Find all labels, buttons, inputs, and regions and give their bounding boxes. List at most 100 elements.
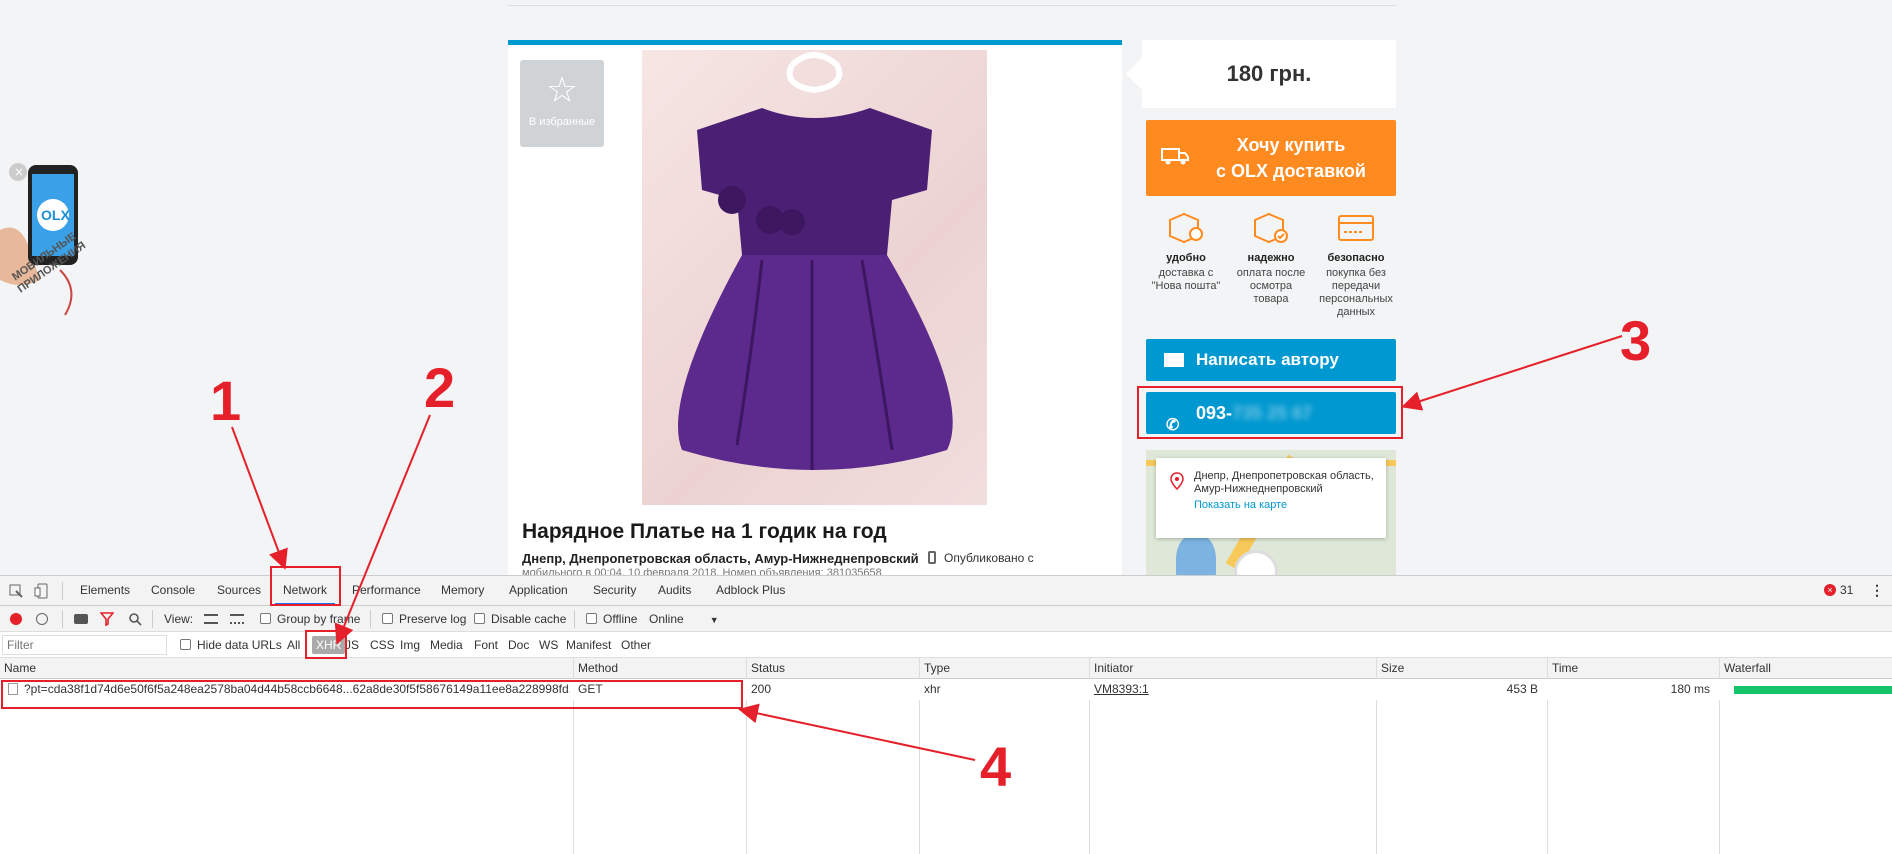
error-icon[interactable]: × <box>1824 584 1836 596</box>
filter-type-media[interactable]: Media <box>430 632 463 658</box>
request-name[interactable]: ?pt=cda38f1d74d6e50f6f5a248ea2578ba04d44… <box>4 679 570 700</box>
map-address: Днепр, Днепропетровская область, Амур-Ни… <box>1194 470 1374 495</box>
phone-icon: ✆ <box>1166 417 1180 434</box>
filter-type-other[interactable]: Other <box>621 632 651 658</box>
offline-checkbox[interactable]: Offline <box>586 606 637 632</box>
feature-heading: безопасно <box>1327 252 1385 264</box>
published-info: Опубликовано с <box>928 551 1034 565</box>
message-button-label: Написать автору <box>1196 350 1339 369</box>
file-icon <box>8 683 18 695</box>
column-initiator[interactable]: Initiator <box>1090 658 1133 679</box>
request-initiator-link[interactable]: VM8393:1 <box>1090 679 1375 700</box>
tab-adblock-plus[interactable]: Adblock Plus <box>708 576 793 605</box>
feature-secure: безопасно покупка без передачи персональ… <box>1316 210 1396 319</box>
inspect-element-icon[interactable] <box>8 583 24 599</box>
column-status[interactable]: Status <box>747 658 785 679</box>
checkbox-box <box>382 613 393 624</box>
column-waterfall[interactable]: Waterfall <box>1720 658 1771 679</box>
throttling-select[interactable]: Online ▼ <box>649 606 719 632</box>
table-row[interactable]: ?pt=cda38f1d74d6e50f6f5a248ea2578ba04d44… <box>0 679 1892 700</box>
search-icon[interactable] <box>128 612 142 626</box>
table-header: Name Method Status Type Initiator Size T… <box>0 658 1892 679</box>
checkbox-label: Disable cache <box>491 612 567 626</box>
request-method: GET <box>578 682 603 696</box>
checkbox-box <box>474 613 485 624</box>
device-toolbar-icon[interactable] <box>34 583 50 599</box>
message-author-button[interactable]: Написать автору <box>1146 339 1396 381</box>
divider <box>152 610 153 628</box>
tab-console[interactable]: Console <box>143 576 203 605</box>
capture-screenshots-icon[interactable] <box>74 614 88 624</box>
network-toolbar: View: Group by frame Preserve log Disabl… <box>0 606 1892 632</box>
filter-input[interactable] <box>2 635 167 655</box>
add-to-favorites-button[interactable]: ☆ В избранные <box>520 60 604 147</box>
tab-network[interactable]: Network <box>275 576 336 605</box>
waterfall-bar <box>1734 686 1892 694</box>
listing-meta: мобильного в 00:04, 10 февраля 2018, Ном… <box>522 567 882 575</box>
tab-sources[interactable]: Sources <box>209 576 269 605</box>
group-by-frame-checkbox[interactable]: Group by frame <box>260 606 360 632</box>
preserve-log-checkbox[interactable]: Preserve log <box>382 606 466 632</box>
divider <box>62 610 63 628</box>
error-count[interactable]: 31 <box>1840 576 1853 605</box>
published-label: Опубликовано с <box>944 551 1034 565</box>
feature-text: оплата после осмотра товара <box>1236 267 1306 305</box>
card-icon <box>1338 215 1374 241</box>
filter-type-manifest[interactable]: Manifest <box>566 632 611 658</box>
tab-elements[interactable]: Elements <box>72 576 138 605</box>
request-size: 453 B <box>1506 682 1538 696</box>
mobile-app-promo[interactable]: × OLX МОБИЛЬНЫЕ ПРИЛОЖЕНИЯ <box>0 160 110 340</box>
map-address-card: Днепр, Днепропетровская область, Амур-Ни… <box>1156 458 1386 538</box>
filter-type-ws[interactable]: WS <box>539 632 558 658</box>
request-name-text: ?pt=cda38f1d74d6e50f6f5a248ea2578ba04d44… <box>24 682 570 696</box>
column-time[interactable]: Time <box>1548 658 1578 679</box>
column-size[interactable]: Size <box>1377 658 1404 679</box>
clear-icon[interactable] <box>36 613 48 625</box>
tab-application[interactable]: Application <box>501 576 576 605</box>
filter-icon[interactable] <box>100 612 114 626</box>
large-rows-icon[interactable] <box>204 614 218 624</box>
column-type[interactable]: Type <box>920 658 950 679</box>
divider <box>574 610 575 628</box>
filter-type-js[interactable]: JS <box>345 632 359 658</box>
olx-logo: OLX <box>41 207 70 223</box>
buy-line-1: Хочу купить <box>1236 135 1346 155</box>
request-type: xhr <box>924 682 941 696</box>
chevron-down-icon: ▼ <box>709 615 719 625</box>
column-name[interactable]: Name <box>0 658 36 679</box>
record-icon[interactable] <box>10 613 22 625</box>
more-options-icon[interactable]: ⋮ <box>1870 576 1884 605</box>
listing-card: ☆ В избранные Нарядное Платье на 1 годик… <box>508 40 1122 575</box>
show-phone-button[interactable]: ✆ 093-735 25 67 <box>1146 392 1396 434</box>
overview-icon[interactable] <box>230 614 244 624</box>
view-label: View: <box>164 612 194 626</box>
devtools-tabbar: Elements Console Sources Network Perform… <box>0 576 1892 606</box>
buy-with-delivery-button[interactable]: Хочу купить с OLX доставкой <box>1146 120 1396 196</box>
filter-type-all[interactable]: All <box>287 632 300 658</box>
checkbox-label: Offline <box>603 612 638 626</box>
filter-type-img[interactable]: Img <box>400 632 420 658</box>
star-icon: ☆ <box>545 69 579 110</box>
column-method[interactable]: Method <box>574 658 618 679</box>
location-pin-icon <box>1170 472 1184 490</box>
listing-photo[interactable] <box>642 50 987 505</box>
divider <box>62 582 63 600</box>
network-filter-bar: Hide data URLs All XHR JS CSS Img Media … <box>0 632 1892 658</box>
throttling-value: Online <box>649 612 684 626</box>
phone-hidden: 735 25 67 <box>1232 403 1313 423</box>
hide-data-urls-checkbox[interactable]: Hide data URLs <box>180 632 282 658</box>
tab-performance[interactable]: Performance <box>344 576 429 605</box>
box-check-icon <box>1254 212 1288 244</box>
filter-type-xhr[interactable]: XHR <box>312 632 346 658</box>
filter-type-font[interactable]: Font <box>474 632 498 658</box>
tab-memory[interactable]: Memory <box>433 576 492 605</box>
request-time: 180 ms <box>1670 682 1710 696</box>
disable-cache-checkbox[interactable]: Disable cache <box>474 606 566 632</box>
tab-audits[interactable]: Audits <box>650 576 699 605</box>
checkbox-label: Preserve log <box>399 612 467 626</box>
checkbox-box <box>260 613 271 624</box>
show-on-map-link[interactable]: Показать на карте <box>1194 499 1376 512</box>
filter-type-css[interactable]: CSS <box>370 632 395 658</box>
tab-security[interactable]: Security <box>585 576 644 605</box>
filter-type-doc[interactable]: Doc <box>508 632 529 658</box>
